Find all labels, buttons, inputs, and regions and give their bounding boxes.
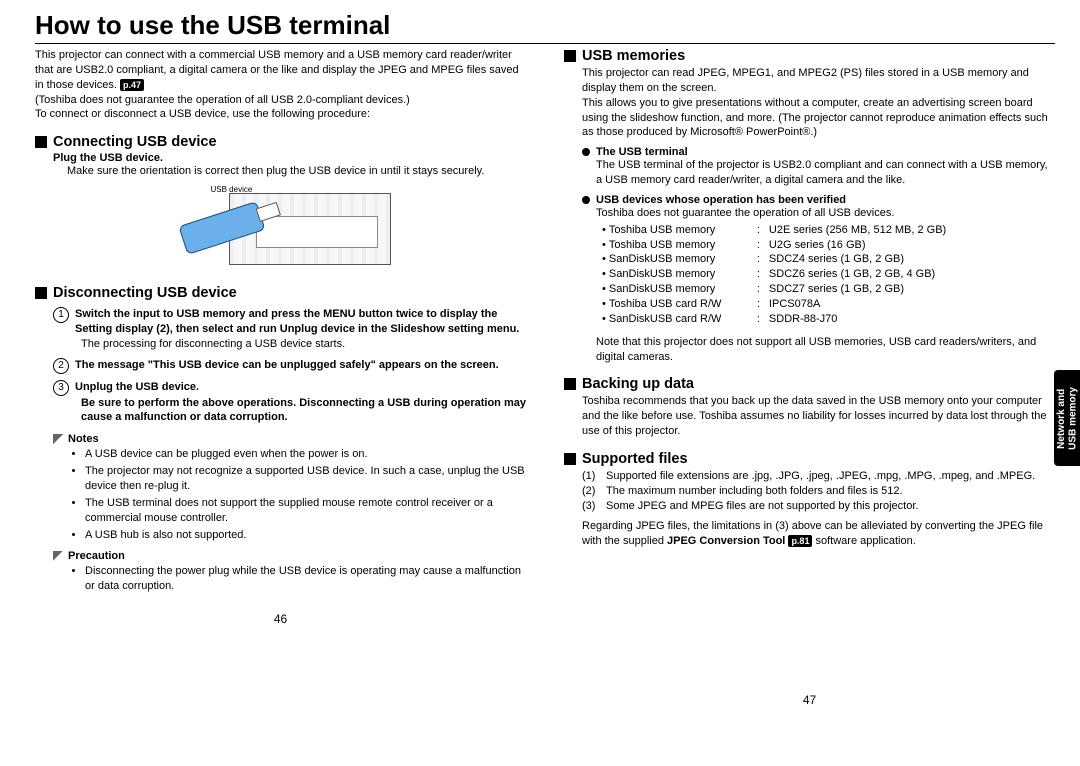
note-item: A USB device can be plugged even when th… [85,447,526,462]
verified-devices-note: Note that this projector does not suppor… [596,335,1055,365]
intro-line3: To connect or disconnect a USB device, u… [35,108,370,120]
step-3-body: Be sure to perform the above operations.… [81,396,526,426]
device-row: Toshiba USB card R/W:IPCS078A [602,297,1055,312]
notes-list: A USB device can be plugged even when th… [85,447,526,542]
section-disconnecting-label: Disconnecting USB device [53,285,237,301]
square-bullet-icon [564,453,576,465]
square-bullet-icon [35,136,47,148]
step-2: 2 The message "This USB device can be un… [53,358,526,374]
footnote-part-b: software application. [812,535,915,547]
section-connecting-label: Connecting USB device [53,134,217,150]
supported-item: Some JPEG and MPEG files are not support… [606,499,918,514]
square-bullet-icon [564,378,576,390]
note-item: The USB terminal does not support the su… [85,496,526,526]
verified-devices-intro: Toshiba does not guarantee the operation… [596,206,1055,221]
verified-devices-list: Toshiba USB memory:U2E series (256 MB, 5… [602,223,1055,327]
usb-memories-body1: This projector can read JPEG, MPEG1, and… [582,66,1055,96]
plug-usb-body: Make sure the orientation is correct the… [67,164,526,179]
page-number-left: 46 [35,612,526,626]
section-backing-up: Backing up data [564,376,1055,392]
section-supported-files-label: Supported files [582,451,688,467]
paren-num: (1) [582,469,600,484]
precaution-list: Disconnecting the power plug while the U… [85,564,526,594]
sub-usb-terminal: The USB terminal [582,146,1055,158]
supported-item: The maximum number including both folder… [606,484,903,499]
dot-bullet-icon [582,148,590,156]
device-row: Toshiba USB memory:U2G series (16 GB) [602,238,1055,253]
paren-num: (2) [582,484,600,499]
note-triangle-icon [53,551,63,561]
supported-files-footnote: Regarding JPEG files, the limitations in… [582,519,1055,549]
page-title: How to use the USB terminal [35,10,1055,44]
circled-3-icon: 3 [53,380,69,396]
note-triangle-icon [53,434,63,444]
step-3: 3 Unplug the USB device. [53,380,526,396]
section-usb-memories: USB memories [564,48,1055,64]
precaution-label: Precaution [68,550,125,562]
device-row: SanDiskUSB memory:SDCZ6 series (1 GB, 2 … [602,267,1055,282]
step-1: 1 Switch the input to USB memory and pre… [53,307,526,337]
notes-heading: Notes [53,433,526,445]
page-ref-badge: p.47 [120,79,144,91]
dot-bullet-icon [582,196,590,204]
sub-usb-terminal-label: The USB terminal [596,146,688,158]
step-3-text: Unplug the USB device. [75,380,199,396]
right-column: USB memories This projector can read JPE… [564,48,1055,707]
notes-label: Notes [68,433,99,445]
precaution-heading: Precaution [53,550,526,562]
precaution-item: Disconnecting the power plug while the U… [85,564,526,594]
intro-text: This projector can connect with a commer… [35,48,526,122]
page-ref-badge: p.81 [788,535,812,547]
side-tab: Network andUSB memory [1054,370,1080,466]
page-number-right: 47 [564,693,1055,707]
note-item: A USB hub is also not supported. [85,528,526,543]
circled-2-icon: 2 [53,358,69,374]
square-bullet-icon [564,50,576,62]
backing-up-body: Toshiba recommends that you back up the … [582,394,1055,439]
left-column: This projector can connect with a commer… [35,48,526,707]
usb-memories-body2: This allows you to give presentations wi… [582,96,1055,141]
note-item: The projector may not recognize a suppor… [85,464,526,494]
step-1-text: Switch the input to USB memory and press… [75,307,526,337]
side-tab-label: Network andUSB memory [1056,387,1079,450]
plug-usb-heading: Plug the USB device. [53,152,526,164]
section-supported-files: Supported files [564,451,1055,467]
circled-1-icon: 1 [53,307,69,323]
square-bullet-icon [35,287,47,299]
jpeg-tool-name: JPEG Conversion Tool [667,535,785,547]
device-row: Toshiba USB memory:U2E series (256 MB, 5… [602,223,1055,238]
device-row: SanDiskUSB memory:SDCZ4 series (1 GB, 2 … [602,252,1055,267]
section-disconnecting: Disconnecting USB device [35,285,526,301]
intro-line2: (Toshiba does not guarantee the operatio… [35,94,410,106]
sub-verified-devices: USB devices whose operation has been ver… [582,194,1055,206]
sub-usb-terminal-body: The USB terminal of the projector is USB… [596,158,1055,188]
device-row: SanDiskUSB card R/W:SDDR-88-J70 [602,312,1055,327]
paren-num: (3) [582,499,600,514]
section-backing-up-label: Backing up data [582,376,694,392]
step-1-body: The processing for disconnecting a USB d… [81,337,526,352]
supported-item: Supported file extensions are .jpg, .JPG… [606,469,1035,484]
section-connecting: Connecting USB device [35,134,526,150]
intro-line1: This projector can connect with a commer… [35,49,519,91]
supported-files-list: (1) Supported file extensions are .jpg, .… [582,469,1055,514]
usb-figure: USB device [171,183,391,273]
section-usb-memories-label: USB memories [582,48,685,64]
device-row: SanDiskUSB memory:SDCZ7 series (1 GB, 2 … [602,282,1055,297]
sub-verified-devices-label: USB devices whose operation has been ver… [596,194,846,206]
step-2-text: The message "This USB device can be unpl… [75,358,499,374]
